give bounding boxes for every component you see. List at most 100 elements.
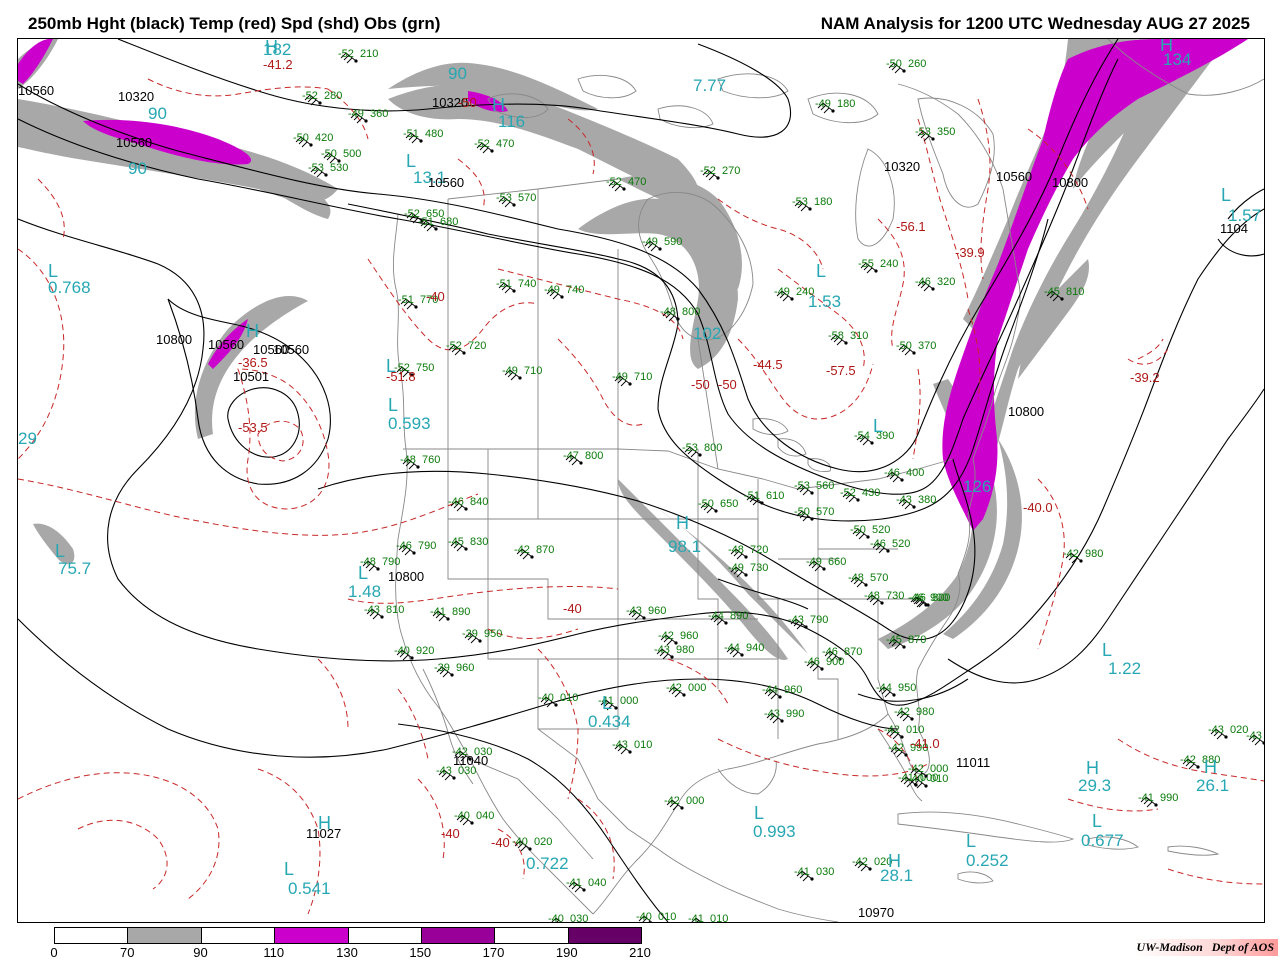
station-height: 800 [585,450,603,462]
station-height: 900 [826,656,844,668]
station-temperature: -43 [1208,724,1224,736]
station-plot: -53 560 [794,480,834,496]
station-temperature: -52 [606,176,622,188]
station-plot: -50 500 [321,148,361,164]
station-dot [680,806,684,810]
station-dot [780,719,784,723]
station-plot: -39 950 [462,628,502,644]
station-height: 890 [730,610,748,622]
station-dot [464,507,468,511]
pressure-center-label: H [492,95,505,115]
station-dot [864,583,868,587]
height-label: 10320 [884,159,920,174]
station-height: 990 [786,708,804,720]
station-dot [318,101,322,105]
station-height: 570 [816,506,834,518]
station-dot [760,501,764,505]
station-plot: -49 660 [806,556,846,572]
station-dot [831,109,835,113]
station-plot: -43 790 [788,614,828,630]
station-temperature: -42 [852,856,868,868]
station-temperature: -40 [908,773,924,785]
station-dot [778,695,782,699]
station-temperature: -41 [1138,792,1154,804]
colorbar-tick-label: 130 [336,945,358,960]
station-height: 870 [536,544,554,556]
station-temperature: -49 [642,236,658,248]
station-height: 950 [484,628,502,640]
station-height: 530 [330,162,348,174]
station-plot: -41 890 [430,606,470,622]
station-dot [582,888,586,892]
station-height: 240 [880,258,898,270]
station-dot [462,351,466,355]
station-height: 570 [518,192,536,204]
station-temperature: -43 [1246,730,1262,742]
station-temperature: -52 [446,340,462,352]
station-height: 020 [534,836,552,848]
station-plot: -42 000 [666,682,706,698]
station-plot: -40 920 [394,645,434,661]
temperature-label: -50 [691,377,710,392]
station-temperature: -53 [794,480,810,492]
station-plot: -48 730 [864,590,904,606]
colorbar-segment [201,928,276,943]
station-height: 840 [470,496,488,508]
station-dot [416,465,420,469]
station-temperature: -42 [666,682,682,694]
temperature-label: -44.5 [753,357,783,372]
speed-label: 0.677 [1081,831,1124,850]
station-temperature: -45 [1044,286,1060,298]
station-dot [744,573,748,577]
station-temperature: -48 [864,590,880,602]
station-temperature: -40 [636,911,652,922]
colorbar-segment [568,928,641,943]
station-height: 760 [422,454,440,466]
station-dot [820,667,824,671]
station-height: 740 [518,278,536,290]
station-height: 010 [710,913,728,922]
speed-label: 29 [18,429,37,448]
speed-label: 1.53 [808,292,841,311]
station-plot: -52 280 [302,90,342,106]
station-plot: -40 030 [548,913,588,922]
station-dot [490,149,494,153]
station-height: 000 [686,795,704,807]
station-dot [380,615,384,619]
station-dot [579,461,583,465]
station-height: 790 [418,540,436,552]
station-dot [810,517,814,521]
station-dot [452,776,456,780]
colorbar-tick-label: 90 [193,945,208,960]
station-dot [309,143,313,147]
station-plot: -47 800 [563,450,603,466]
station-temperature: -49 [815,98,831,110]
pressure-center-label: H [1204,757,1217,777]
height-label: 10560 [116,135,152,150]
station-dot [886,549,890,553]
station-dot [364,119,368,123]
station-height: 020 [1230,724,1248,736]
map-title: 250mb Hght (black) Temp (red) Spd (shd) … [28,14,441,33]
station-plot: -46 790 [396,540,436,556]
pressure-center-label: L [873,416,883,436]
station-plot: -43 010 [612,739,652,755]
station-temperature: -47 [563,450,579,462]
station-height: 720 [750,544,768,556]
station-temperature: -44 [876,682,892,694]
station-temperature: -40 [548,913,564,922]
station-dot [470,821,474,825]
station-plot: -43 980 [654,644,694,660]
station-dot [822,567,826,571]
station-plot: -53 530 [308,162,348,178]
credit-department: Dept of AOS [1211,940,1274,954]
speed-label: 0.593 [388,414,431,433]
station-height: 010 [560,692,578,704]
station-height: 980 [916,706,934,718]
station-height: 890 [452,606,470,618]
colorbar-tick-label: 210 [629,945,651,960]
height-label: 10800 [1008,404,1044,419]
station-plot: -41 010 [688,913,728,922]
weather-map: -52 210 -52 280 -49 360 -50 420 -50 500 -53 530 -51 4… [17,38,1265,923]
station-temperature: -43 [626,605,642,617]
